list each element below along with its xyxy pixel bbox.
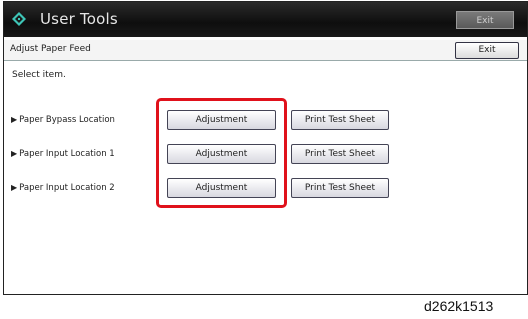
row-label-input-1: ▶ Paper Input Location 1 — [11, 149, 115, 159]
operation-panel-screen: User Tools Exit Adjust Paper Feed Exit S… — [3, 1, 528, 295]
triangle-right-icon: ▶ — [11, 149, 18, 158]
title-bar: User Tools Exit — [4, 2, 527, 37]
highlight-box — [156, 98, 287, 208]
screen-header: Adjust Paper Feed Exit — [4, 40, 527, 61]
figure-caption: d262k1513 — [424, 298, 494, 314]
exit-button[interactable]: Exit — [455, 42, 519, 59]
row-label-bypass: ▶ Paper Bypass Location — [11, 115, 115, 125]
title-exit-button[interactable]: Exit — [456, 11, 514, 29]
print-test-sheet-button-input-1[interactable]: Print Test Sheet — [291, 144, 389, 164]
print-test-sheet-button-input-2[interactable]: Print Test Sheet — [291, 178, 389, 198]
diamond-grid-icon — [12, 12, 26, 26]
instruction-text: Select item. — [12, 70, 66, 80]
row-label-input-2: ▶ Paper Input Location 2 — [11, 183, 115, 193]
screen-title: Adjust Paper Feed — [10, 44, 91, 54]
print-test-sheet-button-bypass[interactable]: Print Test Sheet — [291, 110, 389, 130]
triangle-right-icon: ▶ — [11, 115, 18, 124]
triangle-right-icon: ▶ — [11, 183, 18, 192]
app-title: User Tools — [40, 10, 118, 28]
